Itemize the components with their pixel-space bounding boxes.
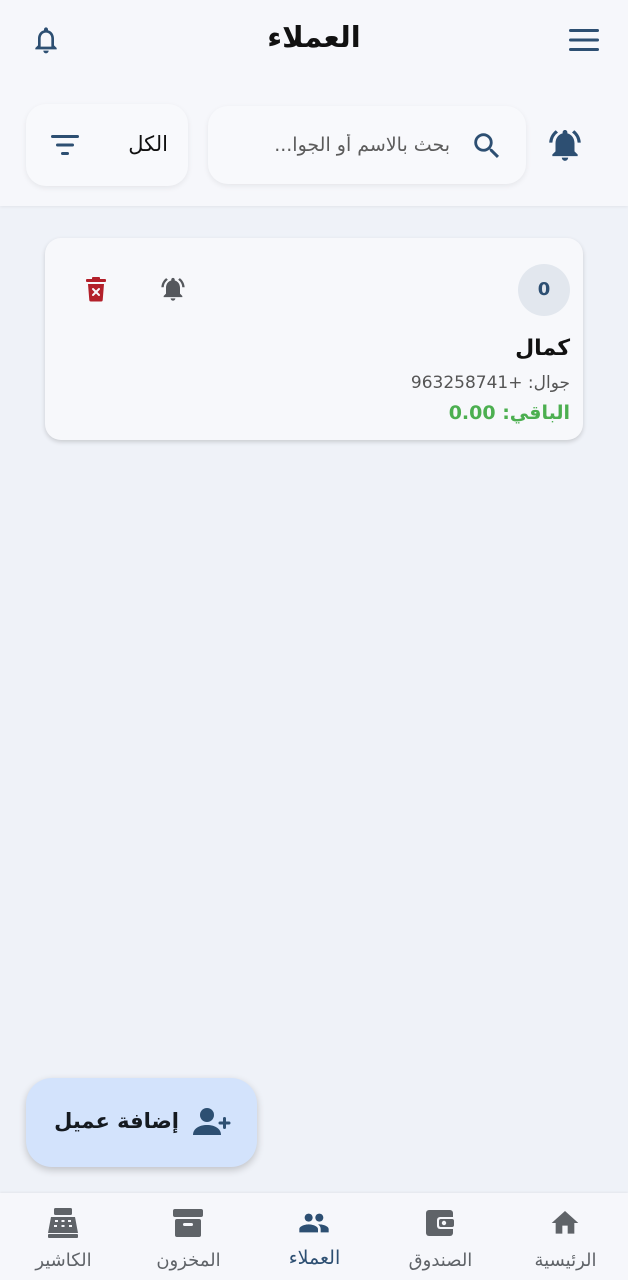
trash-icon[interactable] — [85, 276, 107, 302]
page-title: العملاء — [267, 20, 361, 54]
add-customer-button[interactable]: إضافة عميل — [26, 1078, 257, 1167]
customer-card[interactable]: 0 كمال جوال: +963258741 الباقي: 0.00 — [45, 238, 583, 440]
nav-customers-label: العملاء — [288, 1247, 341, 1269]
nav-cashbox[interactable]: الصندوق — [378, 1193, 503, 1280]
count-badge: 0 — [518, 264, 570, 316]
person-add-icon — [193, 1107, 231, 1137]
customer-name: كمال — [515, 336, 570, 361]
customer-phone: جوال: +963258741 — [410, 373, 570, 393]
nav-inventory[interactable]: المخزون — [126, 1193, 251, 1280]
bell-outline-icon[interactable] — [30, 22, 62, 58]
home-icon — [548, 1207, 582, 1239]
nav-home[interactable]: الرئيسية — [503, 1193, 628, 1280]
filter-dropdown[interactable]: الكل — [26, 104, 188, 186]
nav-home-label: الرئيسية — [534, 1250, 597, 1271]
nav-cashier-label: الكاشير — [35, 1250, 92, 1271]
nav-inventory-label: المخزون — [156, 1250, 221, 1271]
customer-balance: الباقي: 0.00 — [448, 402, 570, 424]
top-area: العملاء الكل — [0, 0, 628, 206]
wallet-icon — [423, 1207, 457, 1239]
add-customer-label: إضافة عميل — [54, 1109, 179, 1133]
search-input[interactable] — [230, 124, 450, 166]
nav-cashbox-label: الصندوق — [408, 1250, 473, 1271]
nav-cashier[interactable]: الكاشير — [1, 1193, 126, 1280]
filter-selected-label: الكل — [128, 132, 168, 156]
bottom-nav: الرئيسية الصندوق العملاء المخزون الكاشير — [0, 1193, 628, 1280]
people-icon — [297, 1207, 331, 1239]
filter-icon — [50, 133, 80, 157]
cash-register-icon — [46, 1207, 80, 1239]
alarm-bell-icon[interactable] — [159, 275, 187, 303]
archive-box-icon — [171, 1207, 205, 1239]
search-row: الكل — [0, 100, 628, 190]
app-bar: العملاء — [0, 0, 628, 82]
search-icon[interactable] — [470, 129, 504, 163]
search-box — [208, 106, 526, 184]
alarm-bell-icon[interactable] — [546, 126, 584, 164]
nav-customers[interactable]: العملاء — [252, 1193, 377, 1280]
